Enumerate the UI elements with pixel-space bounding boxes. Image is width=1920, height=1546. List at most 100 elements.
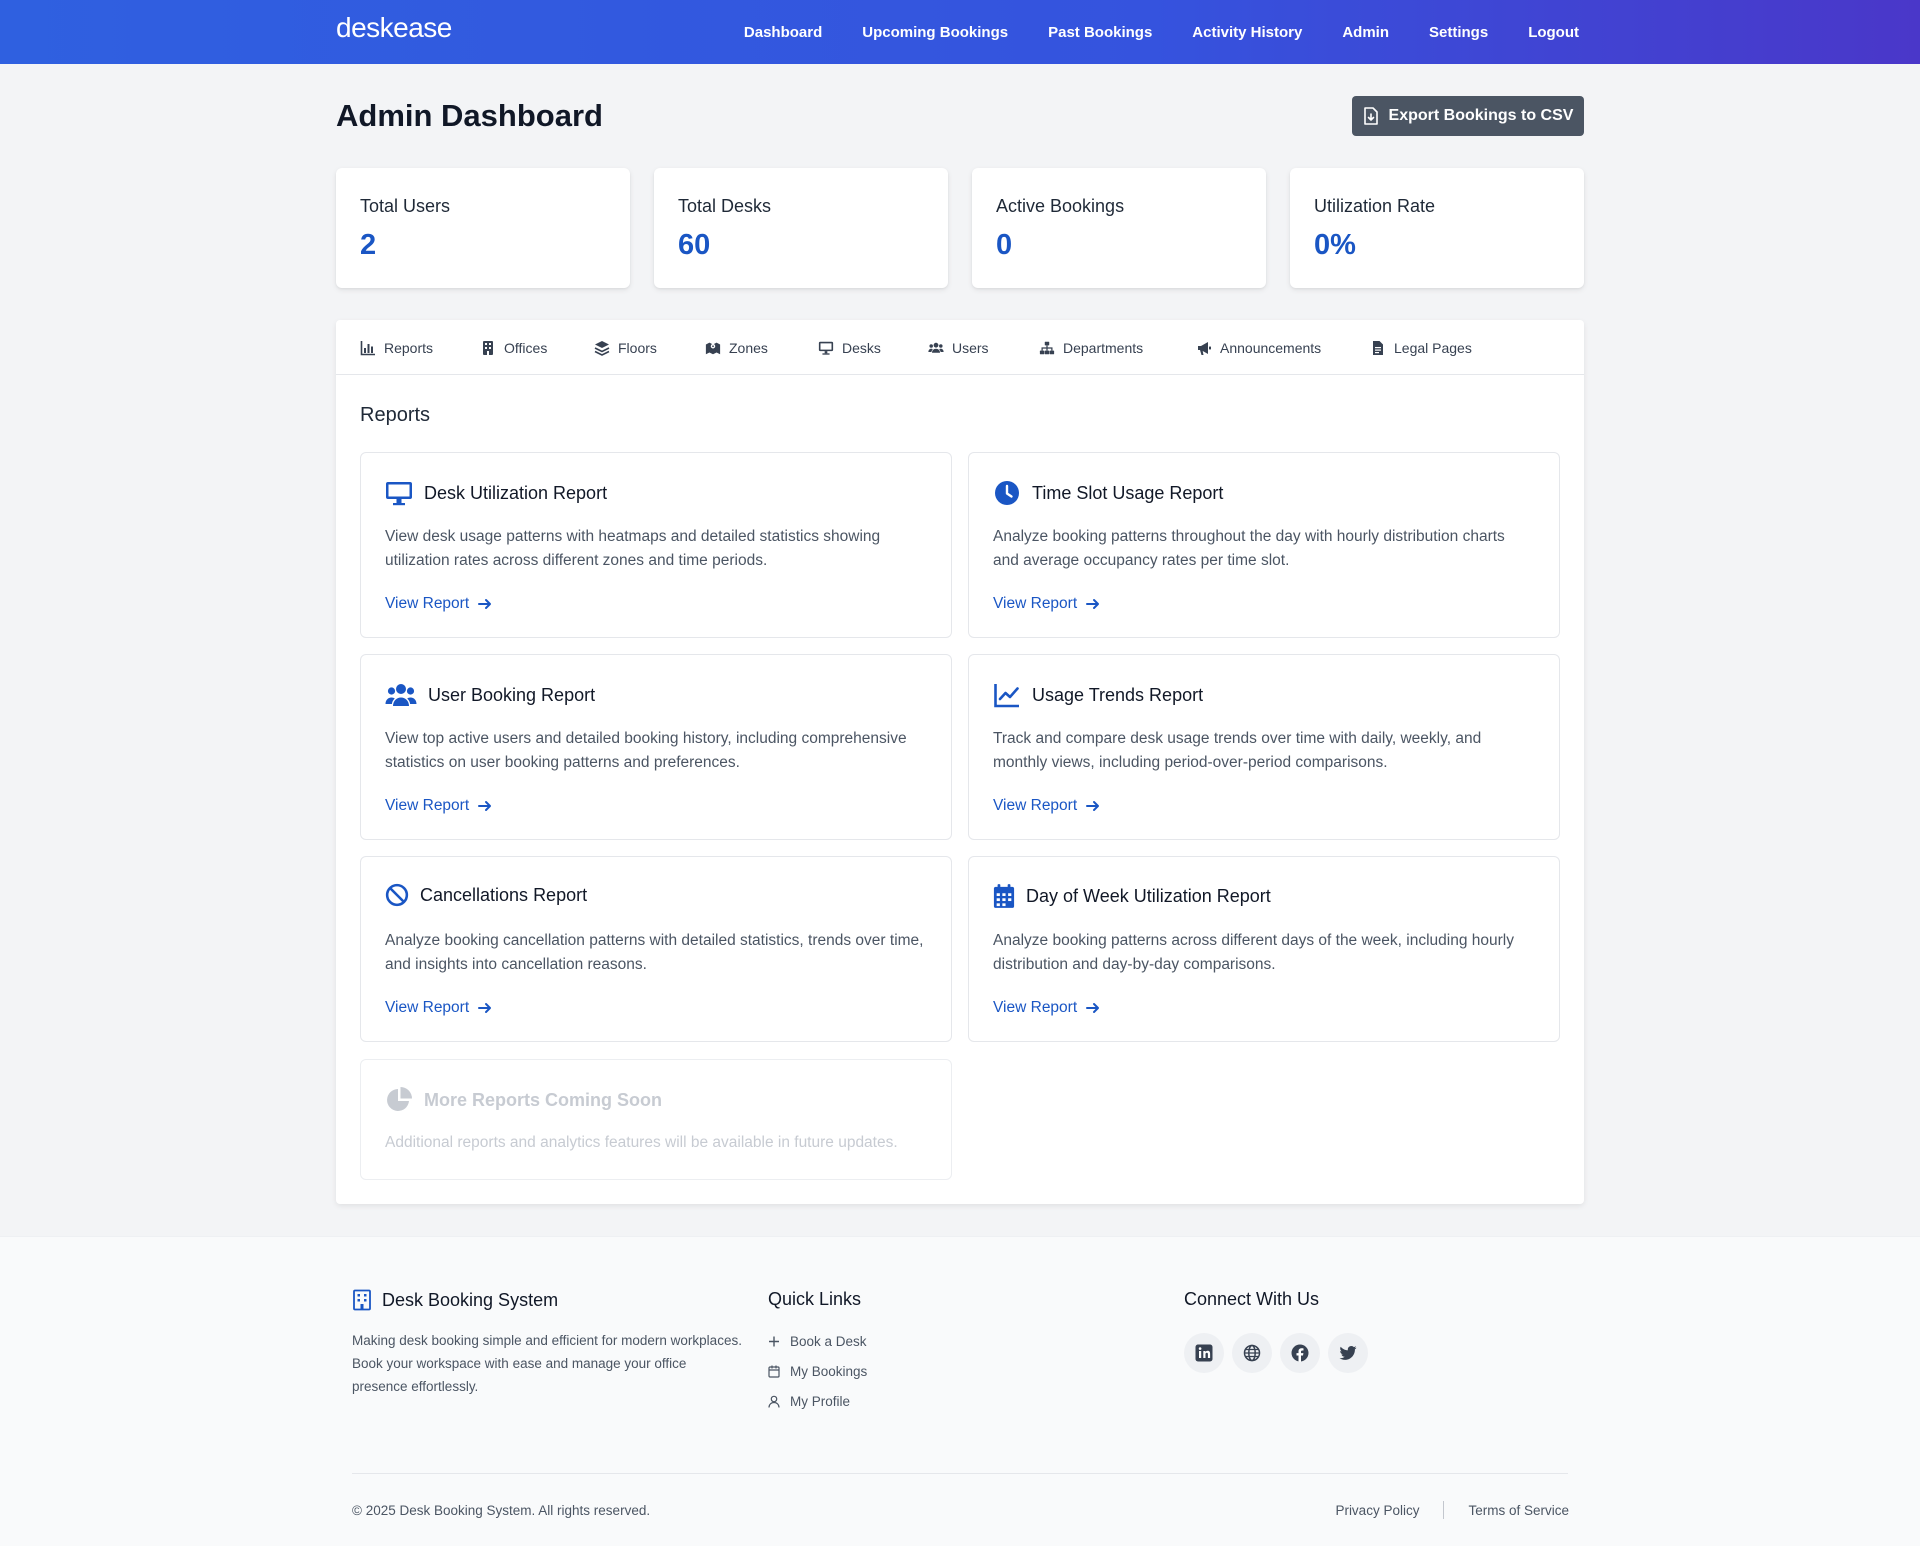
stat-card-total-desks: Total Desks 60 [654,168,948,288]
nav-past-bookings[interactable]: Past Bookings [1048,24,1152,41]
social-links [1184,1333,1368,1373]
twitter-link[interactable] [1328,1333,1368,1373]
file-export-icon [1363,107,1379,125]
tab-reports[interactable]: Reports [360,320,433,375]
view-report-label: View Report [385,999,470,1016]
stat-value: 2 [360,229,377,261]
report-description: Analyze booking patterns across differen… [993,932,1514,973]
footer-link-my-profile[interactable]: My Profile [768,1383,867,1419]
report-title: Desk Utilization Report [424,482,608,503]
legal-links: Privacy Policy Terms of Service [1335,1501,1569,1519]
stat-label: Utilization Rate [1314,196,1436,216]
users-icon [385,681,417,709]
view-report-link[interactable]: View Report [993,797,1101,815]
users-icon [928,340,944,356]
view-report-link[interactable]: View Report [385,595,493,613]
footer-link-label: My Bookings [790,1363,868,1379]
nav-admin[interactable]: Admin [1342,24,1389,41]
footer-about-title: Desk Booking System [352,1289,558,1311]
view-report-link[interactable]: View Report [993,595,1101,613]
megaphone-icon [1196,340,1212,356]
website-link[interactable] [1232,1333,1272,1373]
nav-settings[interactable]: Settings [1429,24,1488,41]
plus-icon [768,1335,780,1348]
facebook-icon [1290,1343,1310,1363]
view-report-link[interactable]: View Report [385,999,493,1017]
footer-link-label: My Profile [790,1393,851,1409]
footer-about-title-label: Desk Booking System [382,1289,559,1310]
tab-users[interactable]: Users [928,320,989,375]
arrow-right-icon [1085,798,1101,814]
linkedin-link[interactable] [1184,1333,1224,1373]
admin-panel: Reports Offices Floors Zones Desks Users… [336,320,1584,1204]
view-report-label: View Report [385,797,470,814]
coming-soon-card: More Reports Coming Soon Additional repo… [360,1059,952,1180]
brand-logo[interactable]: deskease [336,12,452,44]
nav-dashboard[interactable]: Dashboard [744,24,822,41]
ban-icon [385,883,409,907]
footer-about-text: Making desk booking simple and efficient… [352,1333,742,1394]
report-title: Day of Week Utilization Report [1026,885,1271,906]
building-icon [352,1289,372,1311]
tab-legal-pages[interactable]: Legal Pages [1370,320,1472,375]
report-description: Track and compare desk usage trends over… [993,730,1482,771]
stat-value: 60 [678,229,711,261]
chart-line-icon [993,681,1021,709]
document-icon [1370,340,1386,356]
tab-zones[interactable]: Zones [705,320,768,375]
report-title: Usage Trends Report [1032,684,1204,705]
tab-offices[interactable]: Offices [480,320,547,375]
arrow-right-icon [477,1000,493,1016]
arrow-right-icon [1085,1000,1101,1016]
footer-quick-links-title: Quick Links [768,1289,862,1309]
nav-upcoming-bookings[interactable]: Upcoming Bookings [862,24,1008,41]
page-title: Admin Dashboard [336,98,603,133]
report-card-usage-trends: Usage Trends Report Track and compare de… [968,654,1560,840]
report-card-time-slot-usage: Time Slot Usage Report Analyze booking p… [968,452,1560,638]
report-card-user-booking: User Booking Report View top active user… [360,654,952,840]
tab-departments[interactable]: Departments [1039,320,1143,375]
stat-label: Total Desks [678,196,772,216]
linkedin-icon [1194,1343,1214,1363]
report-card-desk-utilization: Desk Utilization Report View desk usage … [360,452,952,638]
tab-announcements[interactable]: Announcements [1196,320,1321,375]
view-report-label: View Report [993,797,1078,814]
tab-label: Zones [729,339,768,356]
tab-floors[interactable]: Floors [594,320,657,375]
tab-label: Legal Pages [1394,339,1472,356]
calendar-icon [768,1365,780,1378]
user-icon [768,1395,780,1408]
nav-links: Dashboard Upcoming Bookings Past Booking… [744,0,1579,64]
facebook-link[interactable] [1280,1333,1320,1373]
tab-desks[interactable]: Desks [818,320,881,375]
nav-activity-history[interactable]: Activity History [1192,24,1302,41]
stat-card-utilization-rate: Utilization Rate 0% [1290,168,1584,288]
export-bookings-label: Export Bookings to CSV [1388,107,1574,124]
report-description: View desk usage patterns with heatmaps a… [385,528,881,569]
arrow-right-icon [477,596,493,612]
copyright-text: © 2025 Desk Booking System. All rights r… [352,1503,651,1518]
admin-tabs: Reports Offices Floors Zones Desks Users… [336,320,1584,375]
stat-label: Active Bookings [996,196,1125,216]
view-report-label: View Report [993,999,1078,1016]
report-title: Time Slot Usage Report [1032,482,1224,503]
report-description: View top active users and detailed booki… [385,730,907,771]
coming-soon-description: Additional reports and analytics feature… [385,1134,898,1151]
layers-icon [594,340,610,356]
report-title: Cancellations Report [420,884,588,905]
export-bookings-button[interactable]: Export Bookings to CSV [1352,96,1584,136]
stat-value: 0% [1314,229,1356,261]
view-report-link[interactable]: View Report [385,797,493,815]
arrow-right-icon [477,798,493,814]
view-report-link[interactable]: View Report [993,999,1101,1017]
report-title: User Booking Report [428,684,596,705]
stat-card-active-bookings: Active Bookings 0 [972,168,1266,288]
nav-logout[interactable]: Logout [1528,24,1579,41]
building-icon [480,340,496,356]
footer-connect-title: Connect With Us [1184,1289,1320,1309]
privacy-policy-link[interactable]: Privacy Policy [1335,1503,1419,1518]
coming-soon-title: More Reports Coming Soon [424,1089,662,1110]
section-title: Reports [360,404,431,426]
tab-label: Desks [842,339,881,356]
terms-of-service-link[interactable]: Terms of Service [1468,1503,1569,1518]
